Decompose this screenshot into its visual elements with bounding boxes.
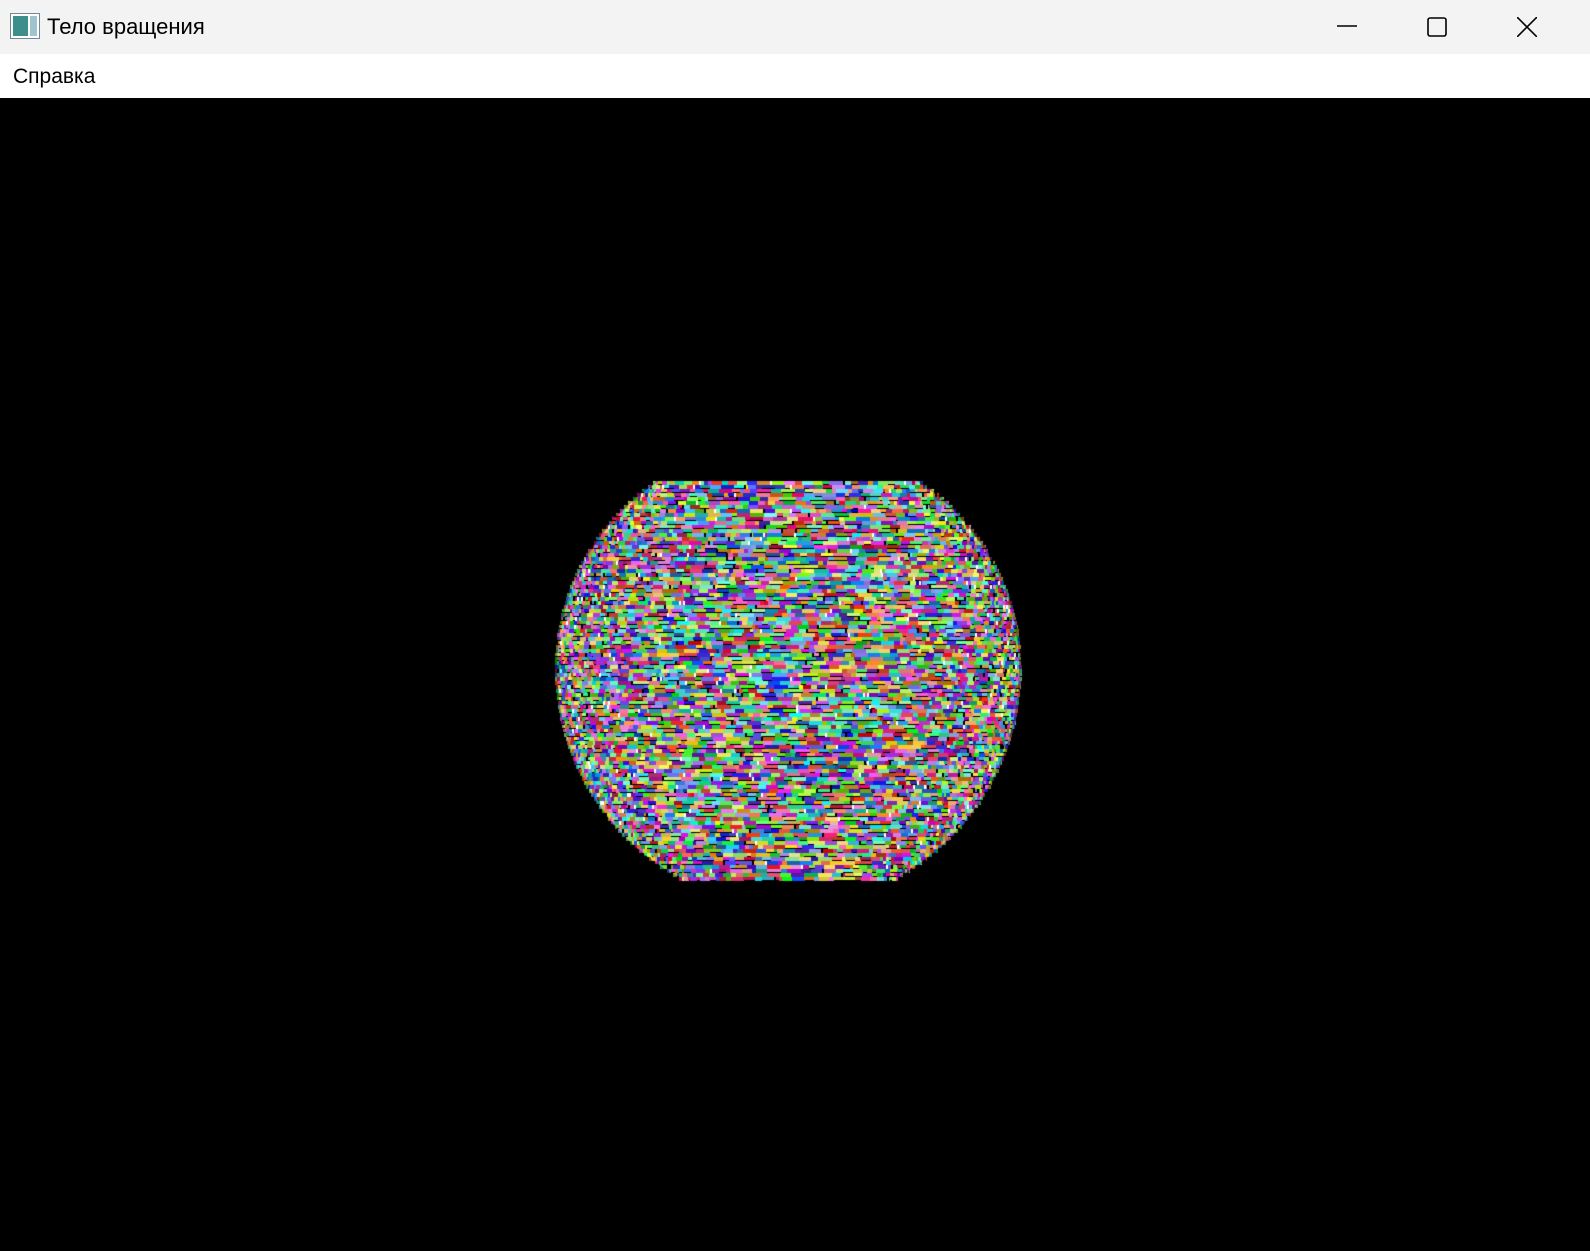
app-window-icon [10, 13, 40, 39]
window-title: Тело вращения [47, 14, 205, 39]
minimize-icon [1337, 25, 1357, 27]
title-bar[interactable]: Тело вращения [0, 0, 1590, 54]
render-viewport[interactable] [0, 98, 1590, 1251]
close-icon [1517, 17, 1537, 37]
revolution-body-canvas[interactable] [0, 98, 1590, 1251]
app-window: Тело вращения Справка [0, 0, 1590, 1251]
close-button[interactable] [1482, 0, 1572, 54]
minimize-button[interactable] [1302, 0, 1392, 54]
menu-item-help[interactable]: Справка [13, 64, 95, 90]
maximize-button[interactable] [1392, 0, 1482, 54]
menu-bar: Справка [0, 54, 1590, 98]
maximize-icon [1427, 17, 1447, 37]
